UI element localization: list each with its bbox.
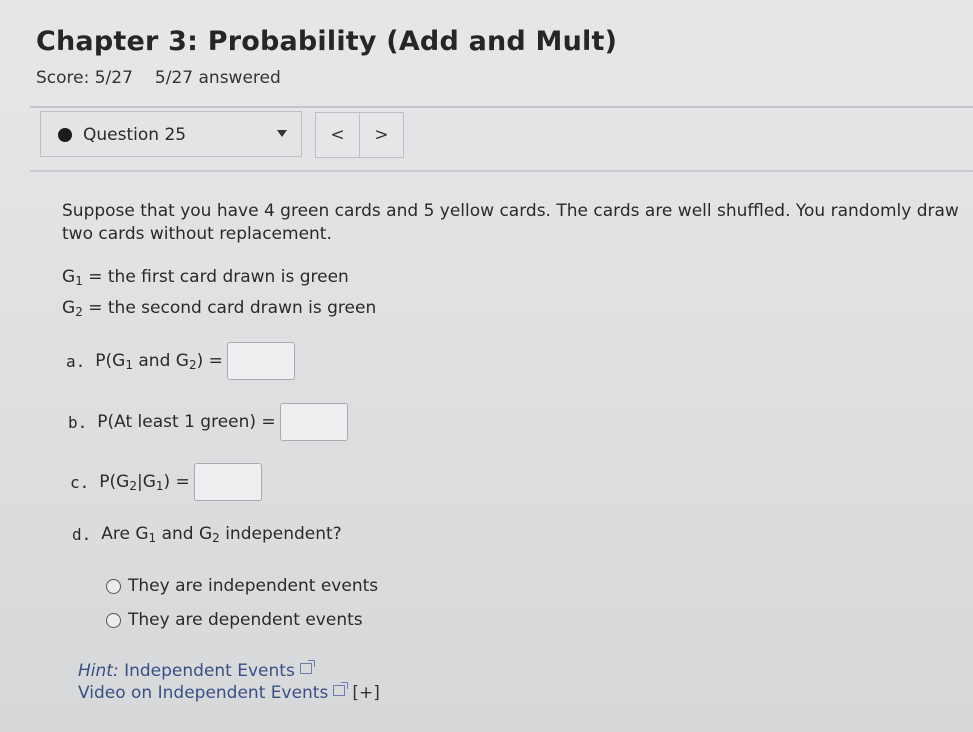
part-b-label: P(At least 1 green) = (97, 412, 276, 432)
part-d: d. Are G1 and G2 independent? (72, 524, 342, 545)
caret-down-icon (277, 130, 287, 137)
score-line: Score: 5/27 5/27 answered (36, 68, 281, 88)
part-c: c. P(G2|G1) = (70, 463, 262, 501)
radio-button[interactable] (106, 612, 121, 628)
part-d-label: Are G1 and G2 independent? (101, 524, 342, 545)
question-nav: < > (315, 112, 404, 158)
question-intro: Suppose that you have 4 green cards and … (62, 201, 959, 244)
part-a: a. P(G1 and G2) = (66, 342, 295, 380)
score-text: Score: 5/27 (36, 68, 133, 88)
option-dependent[interactable]: They are dependent events (106, 610, 363, 630)
video-link[interactable]: Video on Independent Events (78, 683, 328, 703)
question-content: Suppose that you have 4 green cards and … (62, 200, 962, 703)
page-title: Chapter 3: Probability (Add and Mult) (36, 26, 618, 57)
hint-line: Hint: Independent Events (78, 660, 380, 682)
option-independent[interactable]: They are independent events (106, 576, 378, 596)
external-link-icon (333, 682, 349, 696)
filled-circle-icon (58, 128, 72, 142)
next-question-button[interactable]: > (359, 113, 403, 157)
definition-g1: G1 = the first card drawn is green (62, 267, 349, 288)
hint-label: Hint: (78, 661, 119, 681)
answer-input-b[interactable] (279, 403, 348, 441)
page: Chapter 3: Probability (Add and Mult) Sc… (0, 0, 973, 732)
external-link-icon (299, 660, 315, 674)
question-select-label: Question 25 (83, 125, 187, 145)
hint-link[interactable]: Independent Events (124, 661, 295, 681)
part-b: b. P(At least 1 green) = (68, 403, 348, 441)
definition-g2: G2 = the second card drawn is green (62, 298, 377, 319)
event-definitions: G1 = the first card drawn is green G2 = … (62, 264, 376, 326)
video-line: Video on Independent Events [+] (78, 682, 380, 704)
divider-mid (30, 170, 973, 172)
hints: Hint: Independent Events Video on Indepe… (78, 660, 380, 704)
answer-input-a[interactable] (226, 342, 295, 380)
option-label: They are dependent events (128, 610, 363, 630)
prev-question-button[interactable]: < (316, 113, 359, 157)
question-select[interactable]: Question 25 (40, 111, 302, 157)
part-c-label: P(G2|G1) = (99, 471, 190, 493)
answered-count: 5/27 answered (154, 68, 281, 88)
answer-input-c[interactable] (193, 463, 262, 501)
part-a-label: P(G1 and G2) = (95, 350, 223, 372)
divider-top (30, 106, 973, 108)
option-label: They are independent events (128, 576, 379, 596)
expand-toggle[interactable]: [+] (352, 683, 380, 703)
radio-button[interactable] (106, 578, 121, 594)
